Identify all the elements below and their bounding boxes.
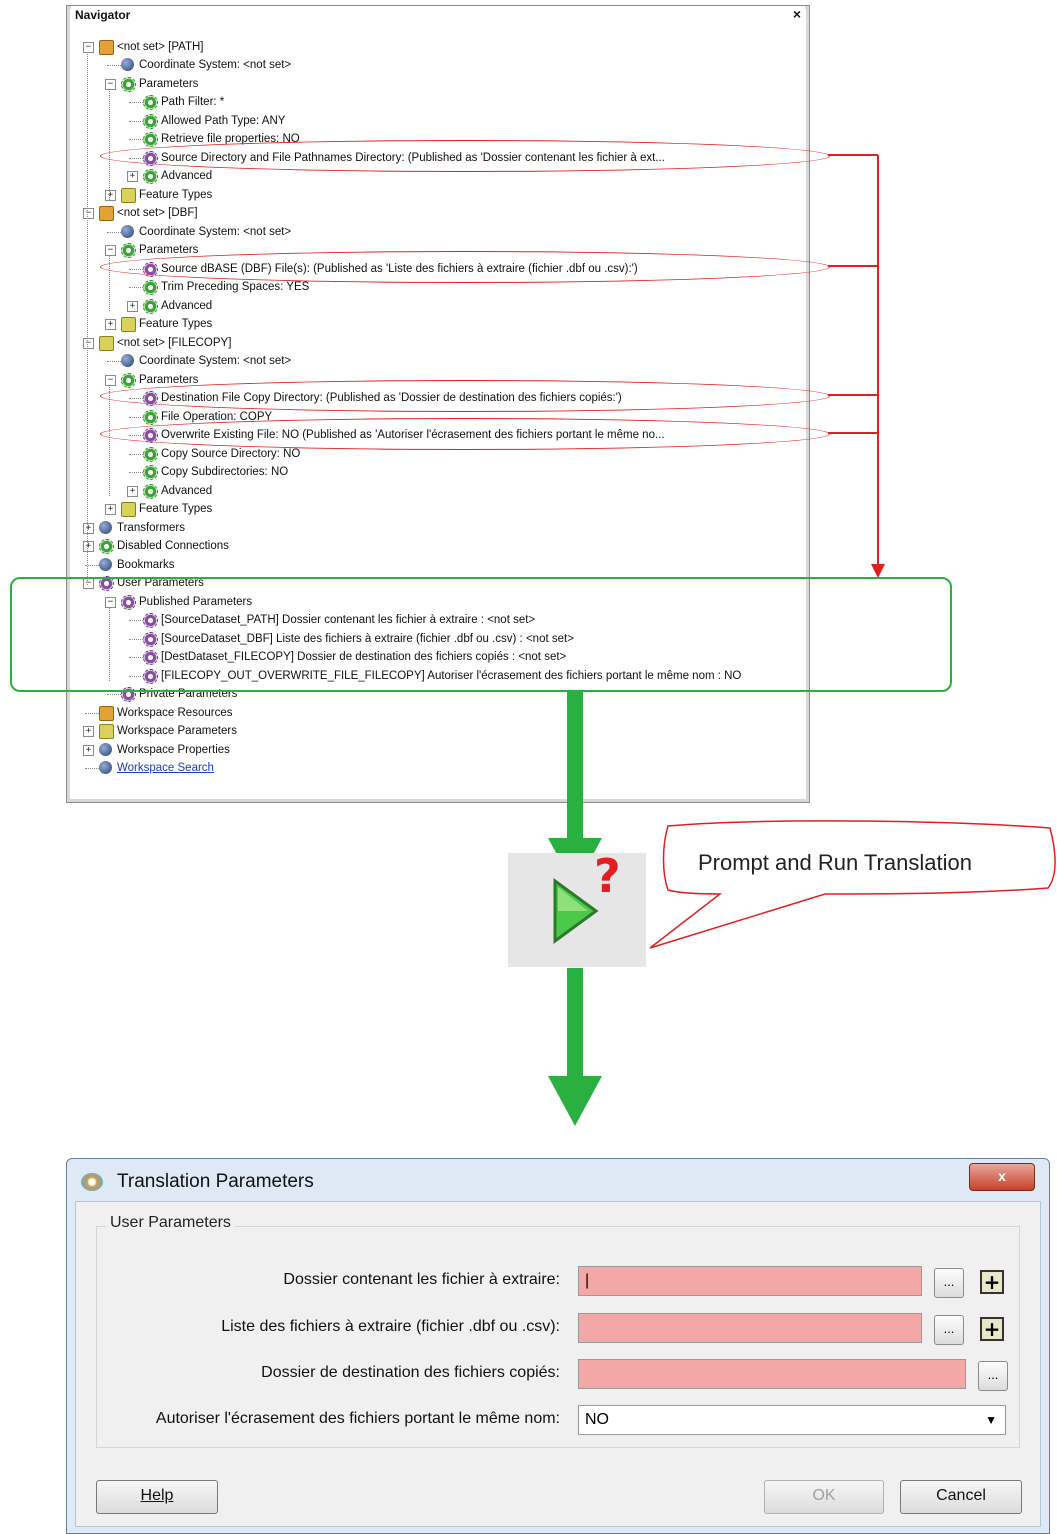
- tree-item-label: Workspace Properties: [117, 744, 230, 756]
- browse-button[interactable]: ...: [934, 1268, 964, 1298]
- tree-item-label: Workspace Resources: [117, 707, 233, 719]
- callout-bubble: [649, 820, 1056, 949]
- published-parameters-highlight: [10, 577, 952, 692]
- dialog-body: User Parameters Dossier contenant les fi…: [75, 1201, 1041, 1527]
- field-label-dbf-list: Liste des fichiers à extraire (fichier .…: [221, 1318, 560, 1335]
- binoculars-icon: [99, 761, 112, 774]
- tree-item[interactable]: Workspace Resources: [117, 704, 232, 722]
- expand-toggle[interactable]: +: [83, 726, 94, 737]
- translation-parameters-dialog: Translation Parameters x User Parameters…: [66, 1158, 1050, 1534]
- source-dir-input[interactable]: |: [578, 1266, 922, 1296]
- overwrite-select[interactable]: NO ▼: [578, 1405, 1006, 1435]
- question-mark-icon: ?: [594, 849, 621, 903]
- tree-item[interactable]: Workspace Search: [117, 759, 214, 777]
- add-button[interactable]: +: [980, 1270, 1004, 1294]
- expand-toggle[interactable]: +: [83, 745, 94, 756]
- tree-item[interactable]: Workspace Parameters: [117, 722, 237, 740]
- field-label-overwrite: Autoriser l'écrasement des fichiers port…: [155, 1410, 560, 1427]
- field-label-source-dir: Dossier contenant les fichier à extraire…: [283, 1271, 560, 1288]
- prompt-and-run-button[interactable]: ?: [508, 849, 646, 967]
- browse-button[interactable]: ...: [978, 1361, 1008, 1391]
- fme-app-icon: [81, 1173, 103, 1191]
- browse-button[interactable]: ...: [934, 1315, 964, 1345]
- tree-item-label: Workspace Parameters: [117, 725, 237, 737]
- prompt-and-run-icon: [553, 878, 599, 944]
- red-connector-arrows: [828, 154, 885, 578]
- overwrite-select-value: NO: [585, 1411, 609, 1428]
- dbf-list-input[interactable]: [578, 1313, 922, 1343]
- dialog-title: Translation Parameters: [117, 1171, 314, 1192]
- workspace-parameters-icon: [99, 724, 114, 739]
- tree-item[interactable]: Workspace Properties: [117, 741, 230, 759]
- tree-connector: [85, 768, 99, 769]
- help-button[interactable]: Help: [96, 1480, 218, 1514]
- tree-connector: [85, 713, 99, 714]
- dialog-close-button[interactable]: x: [969, 1163, 1035, 1191]
- cancel-button[interactable]: Cancel: [900, 1480, 1022, 1514]
- dest-dir-input[interactable]: [578, 1359, 966, 1389]
- chevron-down-icon: ▼: [985, 1413, 997, 1427]
- add-button[interactable]: +: [980, 1317, 1004, 1341]
- callout-text: Prompt and Run Translation: [698, 850, 972, 875]
- workspace-resources-icon: [99, 706, 114, 721]
- workspace-properties-icon: [99, 743, 112, 756]
- ok-button[interactable]: OK: [764, 1480, 884, 1514]
- tree-connector: [107, 694, 121, 695]
- group-label: User Parameters: [106, 1214, 235, 1232]
- tree-item-label: Workspace Search: [117, 762, 214, 774]
- field-label-dest-dir: Dossier de destination des fichiers copi…: [261, 1364, 560, 1381]
